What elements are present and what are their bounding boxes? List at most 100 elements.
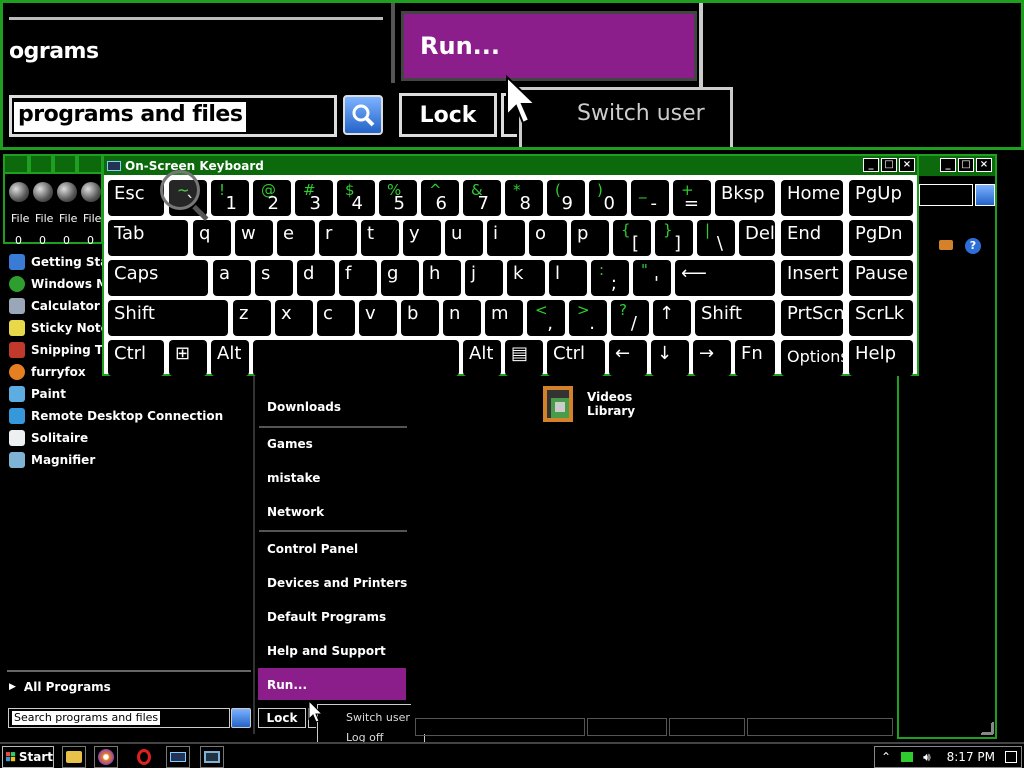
back-icon[interactable] (57, 182, 77, 202)
key-h[interactable]: h (423, 260, 461, 296)
key-r[interactable]: r (319, 220, 357, 256)
key-ctrl[interactable]: Ctrl (547, 340, 605, 376)
explorer-search-input[interactable] (919, 184, 973, 206)
key-w[interactable]: w (235, 220, 273, 256)
back-icon[interactable] (33, 182, 53, 202)
close-button[interactable]: × (899, 158, 915, 172)
maximize-button[interactable]: □ (881, 158, 897, 172)
key-s[interactable]: s (255, 260, 293, 296)
taskbar-explorer[interactable] (62, 746, 86, 768)
key-end[interactable]: End (781, 220, 843, 256)
menu-item-mistake[interactable]: mistake (267, 471, 320, 485)
key-p[interactable]: p (571, 220, 609, 256)
key-symbol[interactable]: % 5 (379, 180, 417, 216)
help-icon[interactable]: ? (965, 238, 981, 254)
key-symbol[interactable]: | \ (697, 220, 735, 256)
key-space[interactable] (253, 340, 459, 376)
menu-item-games[interactable]: Games (267, 437, 313, 451)
key-prtscn[interactable]: PrtScn (781, 300, 843, 336)
key-z[interactable]: z (233, 300, 271, 336)
key-symbol[interactable]: _ - (631, 180, 669, 216)
menu-item-default-programs[interactable]: Default Programs (267, 610, 386, 624)
key-symbol[interactable]: + = (673, 180, 711, 216)
back-icon[interactable] (9, 182, 29, 202)
key-symbol[interactable]: }] (655, 220, 693, 256)
folder-icon[interactable] (939, 240, 953, 250)
key-caps[interactable]: Caps (108, 260, 208, 296)
key-o[interactable]: o (529, 220, 567, 256)
key-symbol[interactable]: ↓ (651, 340, 689, 376)
volume-icon[interactable]: 🔊︎ (923, 750, 931, 765)
key-symbol[interactable]: :; (591, 260, 629, 296)
key-symbol[interactable]: #3 (295, 180, 333, 216)
file-menu[interactable]: File (11, 212, 29, 225)
taskbar-opera[interactable] (132, 746, 156, 768)
program-item-firefox[interactable]: furryfox (9, 364, 86, 380)
action-center-icon[interactable] (1004, 751, 1017, 763)
key-shift[interactable]: Shift (108, 300, 228, 336)
key-symbol[interactable]: ⟵ (675, 260, 775, 296)
key-v[interactable]: v (359, 300, 397, 336)
key-symbol[interactable]: {[ (613, 220, 651, 256)
program-item-paint[interactable]: Paint (9, 386, 66, 402)
close-button[interactable]: × (976, 158, 992, 172)
program-item-magnifier[interactable]: Magnifier (9, 452, 95, 468)
resize-grip-icon[interactable] (982, 722, 994, 734)
menu-item-downloads[interactable]: Downloads (267, 400, 341, 414)
taskbar-media-player[interactable] (94, 746, 118, 768)
key-n[interactable]: n (443, 300, 481, 336)
menu-item-network[interactable]: Network (267, 505, 324, 519)
key-symbol[interactable]: ^ 6 (421, 180, 459, 216)
key-y[interactable]: y (403, 220, 441, 256)
show-hidden-icons-icon[interactable]: ⌃ (881, 750, 891, 764)
key-a[interactable]: a (213, 260, 251, 296)
minimize-button[interactable]: _ (940, 158, 956, 172)
all-programs-button[interactable]: ▶ All Programs (9, 680, 111, 694)
background-window-title[interactable] (29, 154, 53, 174)
start-button[interactable]: Start (2, 746, 54, 768)
key-x[interactable]: x (275, 300, 313, 336)
search-icon[interactable] (975, 184, 995, 206)
lock-button[interactable]: Lock (258, 708, 306, 728)
key-g[interactable]: g (381, 260, 419, 296)
key-symbol[interactable]: " ' (633, 260, 671, 296)
file-menu[interactable]: File (83, 212, 101, 225)
key-symbol[interactable]: ) 0 (589, 180, 627, 216)
program-item-sticky-notes[interactable]: Sticky Note (9, 320, 109, 336)
osk-title-bar[interactable]: On-Screen Keyboard _ □ × (104, 156, 917, 175)
key-shift[interactable]: Shift (695, 300, 775, 336)
program-item-solitaire[interactable]: Solitaire (9, 430, 88, 446)
clock[interactable]: 8:17 PM (947, 750, 995, 764)
key-j[interactable]: j (465, 260, 503, 296)
switch-user-item[interactable]: Switch user (346, 711, 410, 724)
key-ctrl[interactable]: Ctrl (108, 340, 164, 376)
key-d[interactable]: d (297, 260, 335, 296)
key-i[interactable]: i (487, 220, 525, 256)
file-menu[interactable]: File (35, 212, 53, 225)
key-t[interactable]: t (361, 220, 399, 256)
background-window-title[interactable] (77, 154, 103, 174)
program-item-calculator[interactable]: Calculator (9, 298, 100, 314)
key-symbol[interactable]: $4 (337, 180, 375, 216)
key-f[interactable]: f (339, 260, 377, 296)
background-window-title[interactable] (53, 154, 77, 174)
key-symbol[interactable]: ▤ (505, 340, 543, 376)
key-u[interactable]: u (445, 220, 483, 256)
key-pgdn[interactable]: PgDn (849, 220, 913, 256)
key-options[interactable]: Options (781, 340, 843, 376)
menu-item-devices-printers[interactable]: Devices and Printers (267, 576, 407, 590)
key-symbol[interactable]: & 7 (463, 180, 501, 216)
key-symbol[interactable]: <, (527, 300, 565, 336)
key-symbol[interactable]: @2 (253, 180, 291, 216)
maximize-button[interactable]: □ (958, 158, 974, 172)
key-help[interactable]: Help (849, 340, 913, 376)
search-icon[interactable] (231, 708, 251, 728)
videos-library-icon[interactable] (541, 382, 579, 426)
key-symbol[interactable]: ? / (611, 300, 649, 336)
menu-item-run[interactable]: Run... (258, 668, 406, 700)
key-q[interactable]: q (193, 220, 231, 256)
key-symbol[interactable]: ! 1 (211, 180, 249, 216)
key-symbol[interactable]: ⊞ (169, 340, 207, 376)
key-symbol[interactable]: ↑ (653, 300, 691, 336)
minimize-button[interactable]: _ (863, 158, 879, 172)
